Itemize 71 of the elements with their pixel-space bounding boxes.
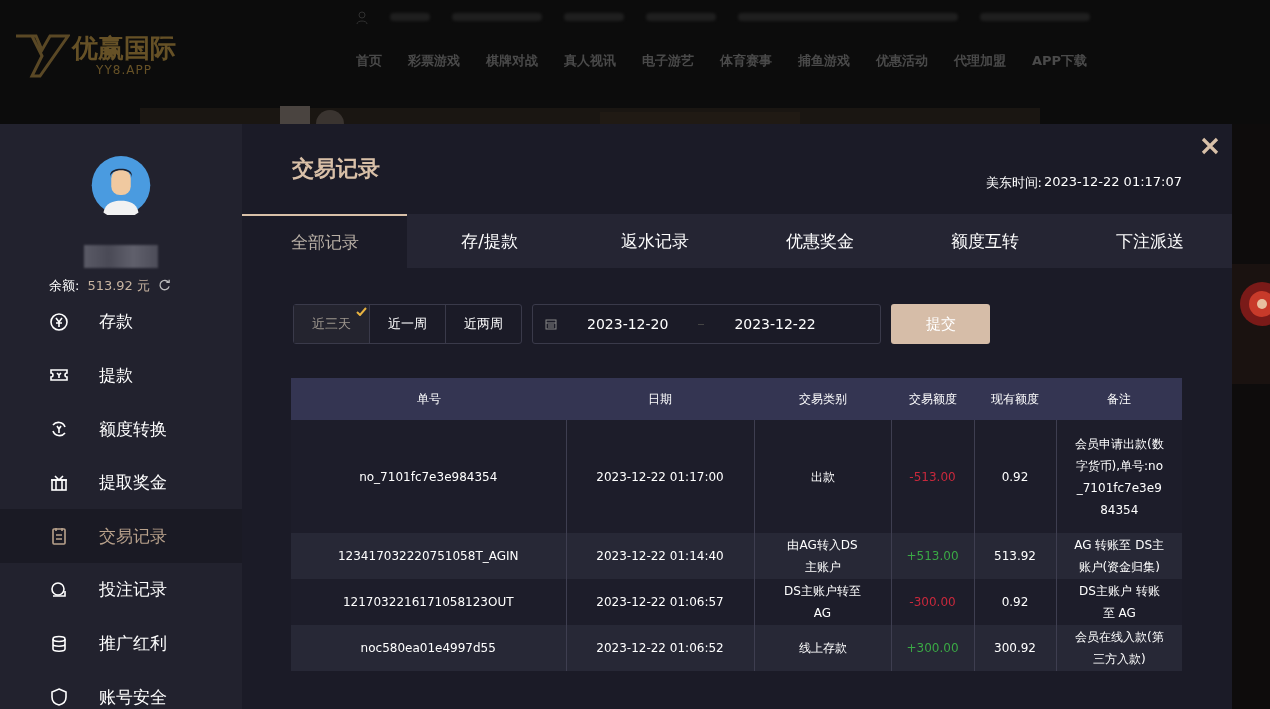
start-date: 2023-12-20 — [587, 316, 669, 332]
user-icon — [356, 10, 368, 24]
balance-label: 余额: — [49, 276, 80, 295]
logo-name: 优赢国际 — [72, 33, 176, 63]
amount-cell: -513.00 — [891, 420, 974, 533]
tab[interactable]: 下注派送 — [1067, 214, 1232, 268]
table-cell: DS主账户转至AG — [754, 579, 891, 625]
sidebar-item[interactable]: 提款 — [0, 348, 242, 403]
column-header: 单号 — [291, 378, 566, 420]
amount-cell: +513.00 — [891, 533, 974, 579]
table-cell: 由AG转入DS主账户 — [754, 533, 891, 579]
sidebar-item[interactable]: 账号安全 — [0, 670, 242, 709]
table-cell: 513.92 — [974, 533, 1056, 579]
gift-icon — [49, 472, 69, 493]
close-icon[interactable] — [1200, 136, 1220, 156]
table-cell: 2023-12-22 01:14:40 — [566, 533, 754, 579]
time-value: 2023-12-22 01:17:07 — [1043, 174, 1182, 191]
column-header: 交易类别 — [754, 378, 891, 420]
period-button[interactable]: 近三天 — [294, 305, 370, 343]
table-cell: 会员申请出款(数字货币),单号:no_7101fc7e3e984354 — [1056, 420, 1182, 533]
table-cell: 0.92 — [974, 420, 1056, 533]
amount-cell: +300.00 — [891, 625, 974, 671]
table-cell: 2023-12-22 01:06:57 — [566, 579, 754, 625]
tab[interactable]: 额度互转 — [902, 214, 1067, 268]
sidebar-item[interactable]: 额度转换 — [0, 402, 242, 456]
column-header: 日期 — [566, 378, 754, 420]
table-cell: 1217032216171058123OUT — [291, 579, 566, 625]
table-cell: AG 转账至 DS主账户(资金归集) — [1056, 533, 1182, 579]
period-button[interactable]: 近一周 — [370, 305, 446, 343]
time-label: 美东时间: — [985, 174, 1042, 192]
table-cell: 出款 — [754, 420, 891, 533]
column-header: 现有额度 — [974, 378, 1056, 420]
refresh-icon[interactable] — [158, 279, 171, 293]
shield-icon — [49, 687, 69, 708]
calendar-icon — [545, 318, 557, 330]
tab[interactable]: 存/提款 — [407, 214, 572, 268]
tab[interactable]: 优惠奖金 — [737, 214, 902, 268]
table-cell: 2023-12-22 01:17:00 — [566, 420, 754, 533]
logo-domain: YY8.APP — [96, 63, 152, 77]
coin-stack-icon — [49, 633, 69, 654]
tab[interactable]: 返水记录 — [572, 214, 737, 268]
avatar-icon — [91, 156, 151, 215]
column-header: 备注 — [1056, 378, 1182, 420]
sidebar-item[interactable]: 提取奖金 — [0, 455, 242, 510]
table-cell: 会员在线入款(第三方入款) — [1056, 625, 1182, 671]
table-cell: 0.92 — [974, 579, 1056, 625]
table-cell: 2023-12-22 01:06:52 — [566, 625, 754, 671]
table-cell: DS主账户 转账至 AG — [1056, 579, 1182, 625]
end-date: 2023-12-22 — [734, 316, 816, 332]
sidebar-item[interactable]: 交易记录 — [0, 509, 242, 564]
period-button[interactable]: 近两周 — [446, 305, 521, 343]
balance-value: 513.92 元 — [87, 276, 150, 295]
exchange-icon — [49, 419, 69, 439]
table-cell: 线上存款 — [754, 625, 891, 671]
tab[interactable]: 全部记录 — [242, 214, 407, 268]
sidebar-item[interactable]: 推广红利 — [0, 616, 242, 671]
yen-coin-icon — [49, 311, 69, 332]
table-cell: 123417032220751058T_AGIN — [291, 533, 566, 579]
column-header: 交易额度 — [891, 378, 974, 420]
table-cell: no_7101fc7e3e984354 — [291, 420, 566, 533]
date-range-field[interactable]: 2023-12-20 2023-12-22 — [532, 304, 881, 344]
panel-title: 交易记录 — [292, 155, 380, 183]
amount-cell: -300.00 — [891, 579, 974, 625]
table-cell: 300.92 — [974, 625, 1056, 671]
table-cell: noc580ea01e4997d55 — [291, 625, 566, 671]
check-icon — [356, 307, 367, 316]
sidebar-item[interactable]: 投注记录 — [0, 563, 242, 617]
logo-icon — [14, 32, 70, 78]
bet-icon — [49, 579, 69, 600]
sidebar-item[interactable]: 存款 — [0, 294, 242, 349]
clipboard-icon — [49, 526, 69, 547]
